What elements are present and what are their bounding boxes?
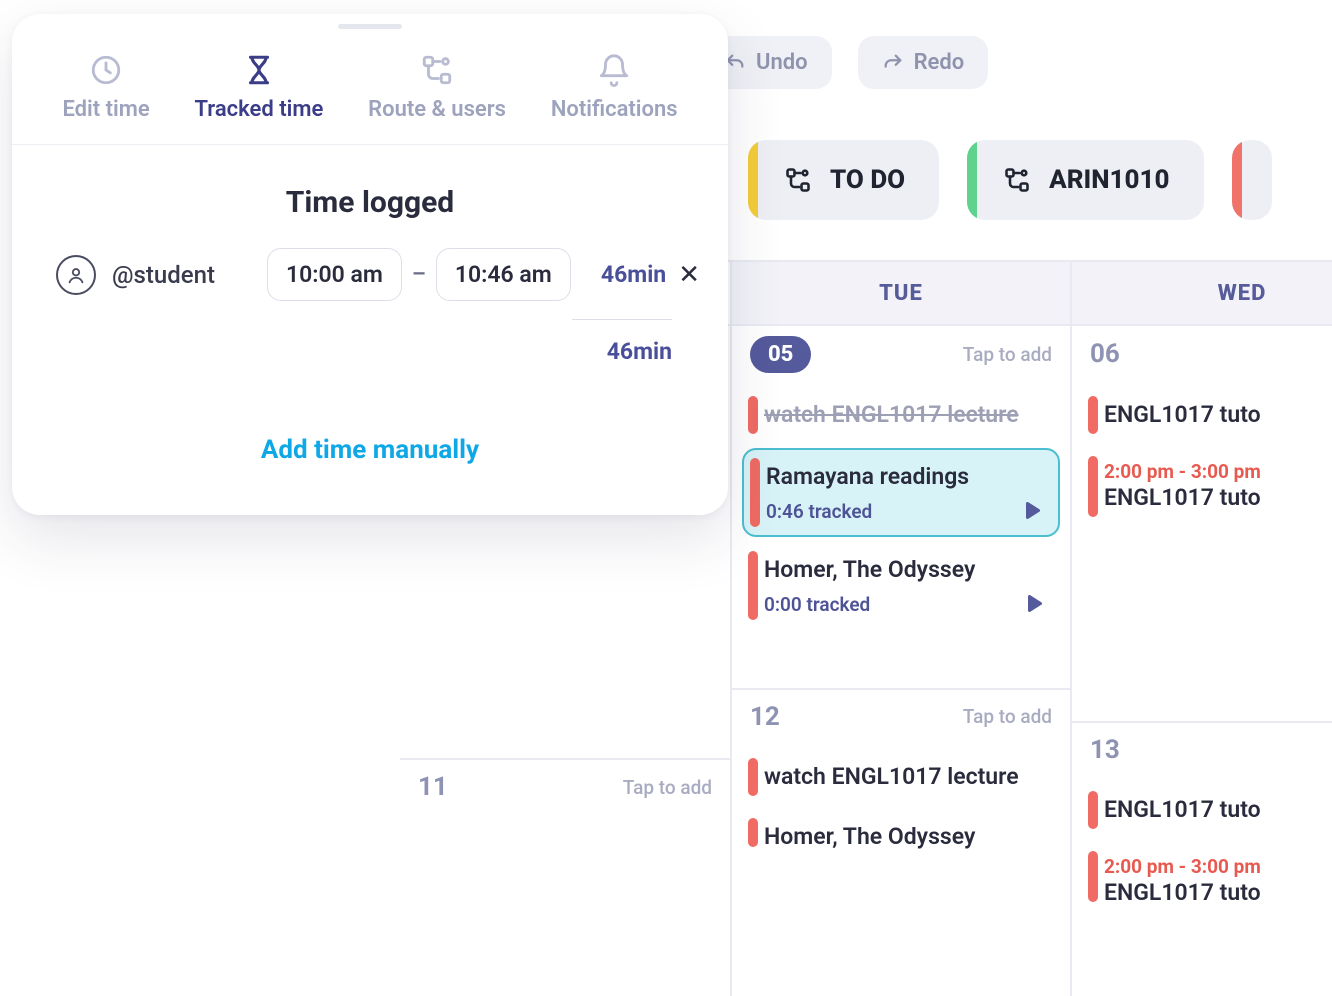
task-title: Homer, The Odyssey bbox=[764, 822, 1044, 852]
redo-button[interactable]: Redo bbox=[858, 36, 989, 89]
task-tracked: 0:46 tracked bbox=[766, 500, 1042, 523]
date-cell-12[interactable]: 12 Tap to add bbox=[732, 688, 1070, 744]
user-icon bbox=[65, 264, 87, 286]
day-header-tue: TUE bbox=[732, 262, 1070, 326]
category-chip-todo[interactable]: TO DO bbox=[748, 140, 939, 220]
route-icon bbox=[420, 53, 454, 87]
task-title: watch ENGL1017 lecture bbox=[764, 400, 1044, 430]
day-header-wed: WED bbox=[1072, 262, 1332, 326]
task-card[interactable]: ENGL1017 tuto bbox=[1082, 388, 1332, 442]
tab-edit-time[interactable]: Edit time bbox=[62, 53, 149, 122]
date-cell-05[interactable]: 05 Tap to add bbox=[732, 326, 1070, 382]
date-number: 05 bbox=[750, 336, 811, 373]
task-card[interactable]: ENGL1017 tuto bbox=[1082, 783, 1332, 837]
task-title: Homer, The Odyssey bbox=[764, 555, 1044, 585]
route-icon bbox=[784, 166, 812, 194]
chip-label: TO DO bbox=[830, 165, 905, 195]
date-number: 06 bbox=[1090, 339, 1120, 369]
date-cell-13[interactable]: 13 bbox=[1072, 721, 1332, 777]
task-card[interactable]: 2:00 pm - 3:00 pm ENGL1017 tuto bbox=[1082, 448, 1332, 525]
task-title: ENGL1017 tuto bbox=[1104, 400, 1332, 430]
task-title: ENGL1017 tuto bbox=[1104, 878, 1332, 908]
task-tracked: 0:00 tracked bbox=[764, 593, 1044, 616]
drag-handle[interactable] bbox=[338, 24, 402, 29]
redo-label: Redo bbox=[914, 50, 965, 75]
bell-icon bbox=[597, 53, 631, 87]
tab-route-users[interactable]: Route & users bbox=[368, 53, 506, 122]
task-time: 2:00 pm - 3:00 pm bbox=[1104, 460, 1332, 483]
user-handle: @student bbox=[112, 261, 215, 289]
date-number: 11 bbox=[418, 772, 448, 802]
task-title: Ramayana readings bbox=[766, 462, 1042, 492]
task-card[interactable]: watch ENGL1017 lecture bbox=[742, 750, 1060, 804]
add-time-manually-button[interactable]: Add time manually bbox=[12, 435, 728, 465]
redo-icon bbox=[882, 52, 904, 74]
panel-title: Time logged bbox=[12, 185, 728, 220]
task-card[interactable]: Homer, The Odyssey bbox=[742, 810, 1060, 856]
time-range-dash: – bbox=[402, 262, 436, 287]
user-avatar[interactable] bbox=[56, 255, 96, 295]
task-time: 2:00 pm - 3:00 pm bbox=[1104, 855, 1332, 878]
tab-tracked-time[interactable]: Tracked time bbox=[195, 53, 324, 122]
task-title: ENGL1017 tuto bbox=[1104, 795, 1332, 825]
play-icon[interactable] bbox=[1022, 592, 1046, 616]
clock-icon bbox=[89, 53, 123, 87]
entry-duration: 46min bbox=[601, 261, 666, 288]
task-card[interactable]: watch ENGL1017 lecture bbox=[742, 388, 1060, 442]
total-duration: 46min bbox=[572, 319, 672, 365]
chip-label: ARIN1010 bbox=[1049, 165, 1169, 195]
tap-to-add-label: Tap to add bbox=[963, 705, 1052, 728]
undo-label: Undo bbox=[756, 50, 808, 75]
date-cell-06[interactable]: 06 bbox=[1072, 326, 1332, 382]
close-icon[interactable]: ✕ bbox=[678, 260, 700, 290]
category-chip-next[interactable] bbox=[1232, 140, 1272, 220]
date-cell-11[interactable]: 11 Tap to add bbox=[400, 758, 730, 814]
start-time-input[interactable]: 10:00 am bbox=[267, 248, 402, 301]
task-card-selected[interactable]: Ramayana readings 0:46 tracked bbox=[742, 448, 1060, 537]
task-title: ENGL1017 tuto bbox=[1104, 483, 1332, 513]
task-card[interactable]: Homer, The Odyssey 0:00 tracked bbox=[742, 543, 1060, 628]
task-title: watch ENGL1017 lecture bbox=[764, 762, 1044, 792]
route-icon bbox=[1003, 166, 1031, 194]
category-chip-arin1010[interactable]: ARIN1010 bbox=[967, 140, 1203, 220]
task-card[interactable]: 2:00 pm - 3:00 pm ENGL1017 tuto bbox=[1082, 843, 1332, 910]
time-log-panel: Edit time Tracked time Route & users Not… bbox=[12, 14, 728, 515]
tab-notifications[interactable]: Notifications bbox=[551, 53, 678, 122]
play-icon[interactable] bbox=[1020, 499, 1044, 523]
hourglass-icon bbox=[242, 53, 276, 87]
date-number: 12 bbox=[750, 702, 780, 732]
tap-to-add-label: Tap to add bbox=[963, 343, 1052, 366]
tap-to-add-label: Tap to add bbox=[623, 776, 712, 799]
end-time-input[interactable]: 10:46 am bbox=[436, 248, 571, 301]
date-number: 13 bbox=[1090, 735, 1120, 765]
